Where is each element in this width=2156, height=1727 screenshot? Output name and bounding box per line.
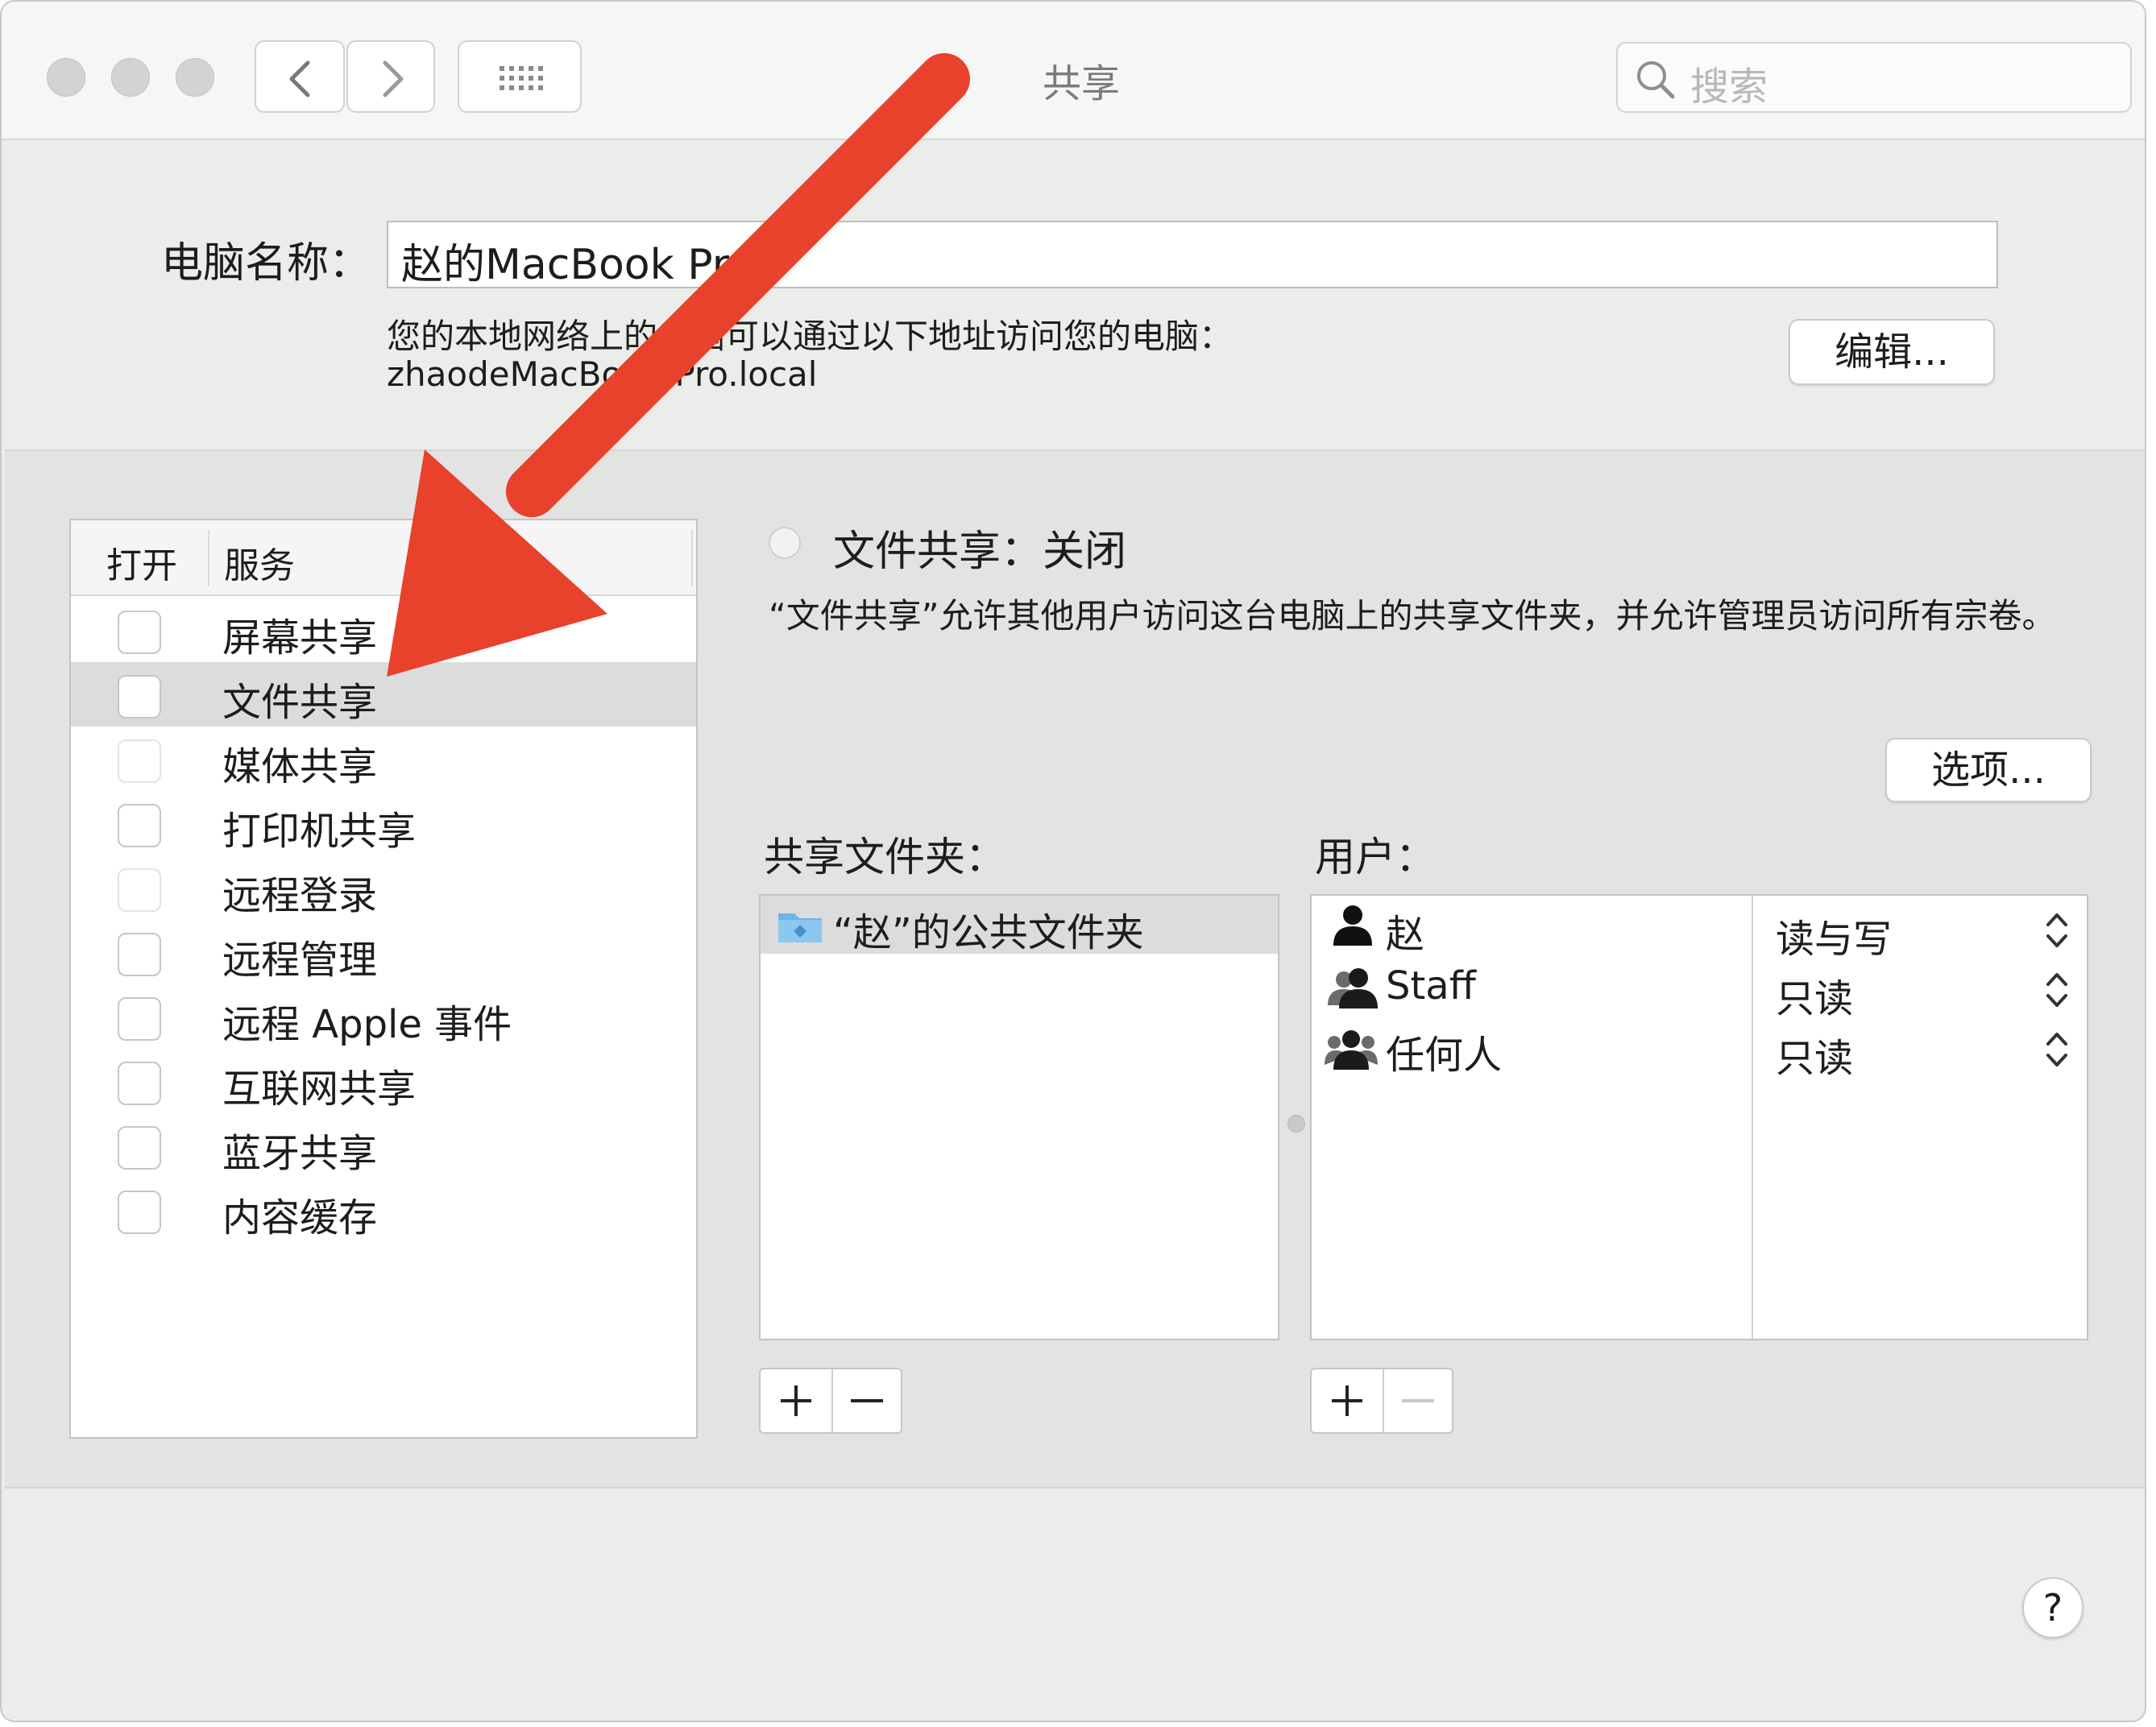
stepper-icon[interactable]	[2043, 970, 2071, 1010]
computer-name-value: 赵的MacBook Pro	[401, 241, 754, 289]
service-checkbox[interactable]	[118, 1126, 161, 1170]
service-label: 内容缓存	[222, 1195, 378, 1240]
plus-icon	[781, 1385, 811, 1416]
options-button[interactable]: 选项...	[1885, 738, 2092, 802]
status-indicator-icon	[769, 527, 801, 559]
service-checkbox[interactable]	[118, 804, 161, 847]
header-service[interactable]: 服务	[224, 536, 295, 588]
folders-add-remove	[759, 1368, 902, 1434]
service-checkbox[interactable]	[118, 1062, 161, 1105]
header-on[interactable]: 打开	[106, 536, 177, 588]
search-field[interactable]: 搜索	[1616, 42, 2132, 113]
user-name: 赵	[1386, 912, 1425, 957]
shared-folders-list: “赵”的公共文件夹	[759, 894, 1279, 1340]
chevron-right-icon	[383, 60, 404, 97]
user-row[interactable]: 任何人 只读	[1312, 1018, 2087, 1081]
group-icon	[1328, 968, 1378, 1008]
header-divider-end	[691, 530, 693, 586]
splitter-handle[interactable]	[1287, 1115, 1305, 1133]
service-row[interactable]: 屏幕共享	[71, 598, 696, 662]
shared-folder-label: “赵”的公共文件夹	[833, 910, 1144, 955]
service-label: 远程管理	[222, 938, 378, 983]
add-user-button[interactable]	[1312, 1369, 1383, 1432]
computer-name-field[interactable]: 赵的MacBook Pro	[387, 221, 1998, 289]
address-description: 您的本地网络上的电脑可以通过以下地址访问您的电脑：	[387, 317, 1233, 356]
service-status: 文件共享：关闭	[833, 528, 1127, 576]
service-row[interactable]: 内容缓存	[71, 1178, 696, 1242]
forward-button[interactable]	[346, 40, 435, 113]
service-label: 屏幕共享	[222, 615, 378, 661]
minimize-window-button[interactable]	[111, 58, 150, 97]
service-label: 远程登录	[222, 873, 378, 918]
stepper-icon[interactable]	[2043, 910, 2071, 950]
add-folder-button[interactable]	[761, 1369, 831, 1432]
help-button[interactable]: ?	[2022, 1577, 2083, 1638]
service-label: 互联网共享	[222, 1066, 417, 1112]
service-checkbox[interactable]	[118, 868, 161, 912]
user-permission[interactable]: 只读	[1776, 1026, 1853, 1083]
shared-folder-icon	[778, 913, 822, 942]
chevron-left-icon	[289, 60, 310, 97]
service-checkbox[interactable]	[118, 933, 161, 976]
show-all-button[interactable]	[458, 40, 582, 113]
service-checkbox[interactable]	[118, 739, 161, 783]
back-button[interactable]	[255, 40, 345, 113]
users-label: 用户：	[1315, 834, 1436, 880]
user-name: 任何人	[1386, 1033, 1503, 1078]
service-label: 远程 Apple 事件	[222, 1002, 512, 1047]
service-row[interactable]: 蓝牙共享	[71, 1113, 696, 1178]
header-divider	[208, 530, 209, 586]
users-list: 赵 读与写 Staff 只读 任何人 只读	[1310, 894, 2088, 1340]
stepper-icon[interactable]	[2043, 1029, 2071, 1070]
grid-icon	[500, 66, 543, 90]
edit-button[interactable]: 编辑...	[1789, 319, 1995, 385]
service-label: 蓝牙共享	[222, 1131, 378, 1176]
system-preferences-window: 共享 搜索 电脑名称： 赵的MacBook Pro 您的本地网络上的电脑可以通过…	[0, 0, 2146, 1722]
search-placeholder: 搜索	[1690, 64, 1768, 110]
everyone-icon	[1325, 1030, 1378, 1070]
service-checkbox[interactable]	[118, 611, 161, 654]
service-row[interactable]: 互联网共享	[71, 1049, 696, 1113]
service-list: 打开 服务 屏幕共享文件共享媒体共享打印机共享远程登录远程管理远程 Apple …	[69, 519, 698, 1439]
service-row[interactable]: 媒体共享	[71, 727, 696, 791]
service-list-header: 打开 服务	[71, 520, 696, 596]
local-address: zhaodeMacBook-Pro.local	[387, 354, 818, 394]
window-title: 共享	[1042, 61, 1120, 106]
search-icon	[1637, 61, 1675, 99]
service-label: 打印机共享	[222, 809, 417, 854]
service-row[interactable]: 远程管理	[71, 920, 696, 984]
computer-name-label: 电脑名称：	[161, 239, 371, 288]
service-row[interactable]: 文件共享	[71, 662, 696, 727]
service-checkbox[interactable]	[118, 1191, 161, 1234]
close-window-button[interactable]	[47, 58, 85, 97]
user-row[interactable]: 赵 读与写	[1312, 896, 2087, 962]
service-label: 文件共享	[222, 680, 378, 725]
remove-user-button[interactable]	[1384, 1369, 1452, 1432]
plus-icon	[1332, 1385, 1362, 1416]
user-row[interactable]: Staff 只读	[1312, 957, 2087, 1021]
minus-icon	[851, 1399, 883, 1402]
user-permission[interactable]: 只读	[1776, 967, 1853, 1023]
user-icon	[1333, 905, 1372, 946]
user-permission[interactable]: 读与写	[1776, 907, 1892, 963]
service-row[interactable]: 远程 Apple 事件	[71, 984, 696, 1049]
shared-folder-row[interactable]: “赵”的公共文件夹	[761, 896, 1278, 955]
zoom-window-button[interactable]	[176, 58, 214, 97]
service-description: “文件共享”允许其他用户访问这台电脑上的共享文件夹，并允许管理员访问所有宗卷。	[769, 596, 2056, 636]
service-row[interactable]: 远程登录	[71, 855, 696, 920]
shared-folders-label: 共享文件夹：	[764, 834, 1005, 880]
service-row[interactable]: 打印机共享	[71, 791, 696, 855]
users-add-remove	[1310, 1368, 1453, 1434]
remove-folder-button[interactable]	[833, 1369, 901, 1432]
user-name: Staff	[1386, 963, 1476, 1008]
title-bar: 共享 搜索	[2, 2, 2145, 140]
minus-icon	[1402, 1399, 1434, 1402]
service-checkbox[interactable]	[118, 675, 161, 719]
service-checkbox[interactable]	[118, 997, 161, 1041]
service-label: 媒体共享	[222, 744, 378, 789]
